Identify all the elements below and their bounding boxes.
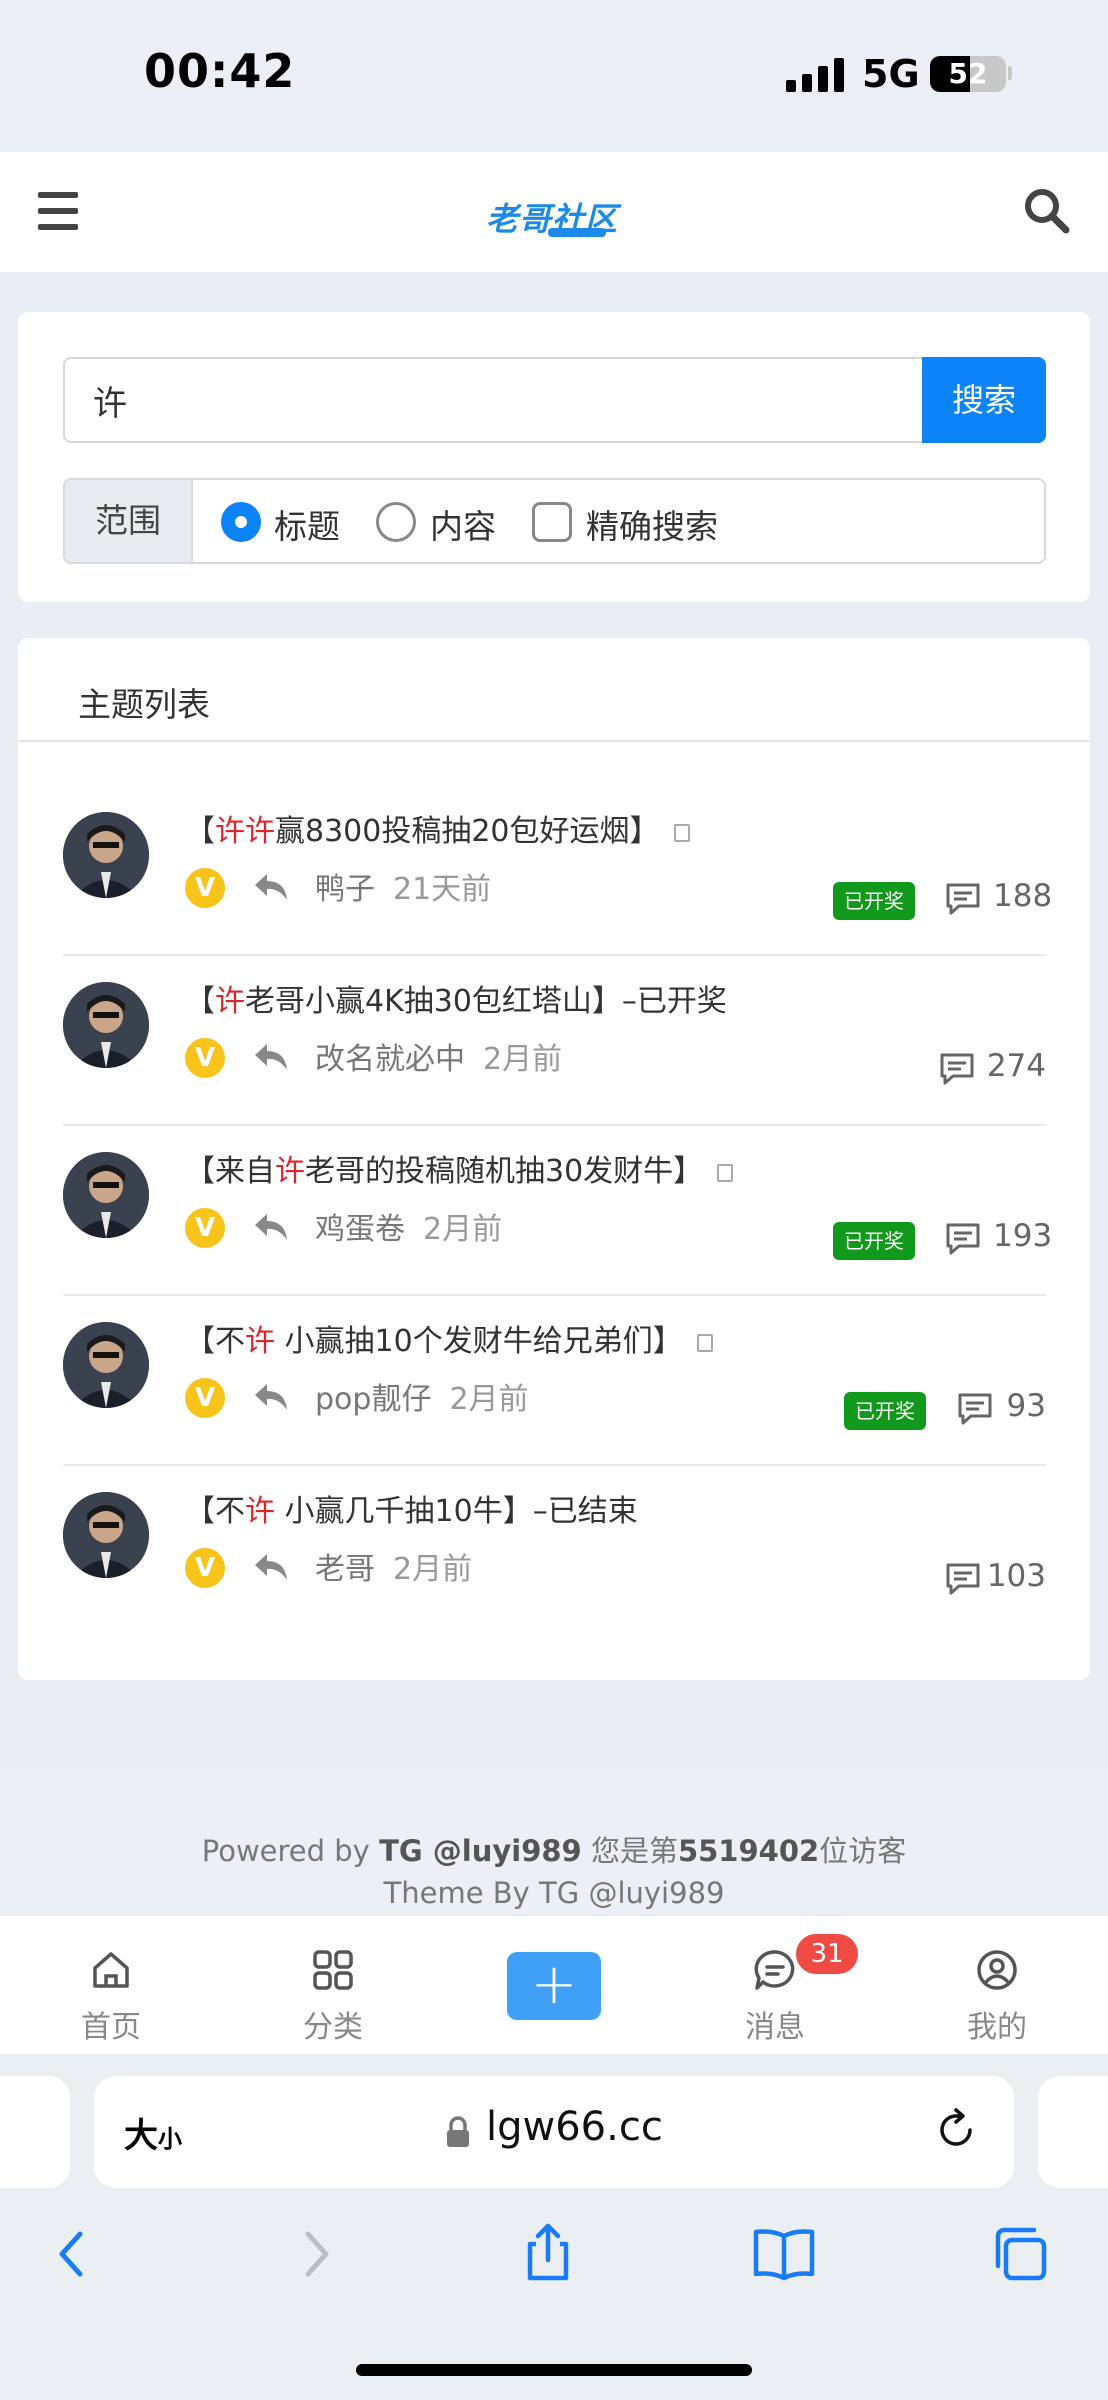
comment-icon [945, 1562, 981, 1596]
site-logo[interactable]: 老哥社区 [486, 194, 622, 240]
status-badge: 已开奖 [833, 1222, 915, 1260]
previous-tab-preview[interactable] [0, 2076, 70, 2188]
attachment-icon [673, 823, 690, 842]
comment-count: 188 [993, 878, 1053, 914]
reply-icon [253, 1550, 289, 1584]
search-highlight: 许许 [215, 814, 275, 849]
search-highlight: 许 [275, 1154, 305, 1189]
topic-title[interactable]: 【许老哥小赢4K抽30包红塔山】–已开奖 [185, 976, 727, 1020]
status-badge: 已开奖 [844, 1392, 926, 1430]
vip-badge-icon: V [185, 1208, 225, 1248]
home-indicator [356, 2364, 752, 2376]
status-time: 00:42 [144, 44, 296, 98]
topic-row[interactable]: 【来自许老哥的投稿随机抽30发财牛】 V 鸡蛋卷 2月前 已开奖 193 [63, 1126, 1053, 1296]
network-type: 5G [862, 52, 920, 96]
vip-badge-icon: V [185, 1548, 225, 1588]
avatar[interactable] [63, 982, 149, 1068]
topic-author[interactable]: 鸡蛋卷 2月前 [315, 1204, 502, 1248]
avatar[interactable] [63, 1152, 149, 1238]
topic-title[interactable]: 【不许 小赢几千抽10牛】–已结束 [185, 1486, 638, 1530]
comment-icon [939, 1052, 975, 1086]
search-highlight: 许 [245, 1324, 275, 1359]
avatar[interactable] [63, 1492, 149, 1578]
reply-icon [253, 1040, 289, 1074]
topic-row[interactable]: 【不许 小赢抽10个发财牛给兄弟们】 V pop靓仔 2月前 已开奖 93 [63, 1296, 1046, 1466]
search-icon[interactable] [1022, 186, 1070, 234]
bookmarks-icon[interactable] [752, 2226, 815, 2286]
topic-list-heading: 主题列表 [78, 685, 210, 724]
search-input[interactable] [63, 357, 923, 443]
vip-badge-icon: V [185, 868, 225, 908]
footer-powered-by: Powered by TG @luyi989 您是第5519402位访客 [201, 1834, 907, 1868]
topic-author[interactable]: 鸭子 21天前 [315, 864, 491, 908]
topic-author[interactable]: 老哥 2月前 [315, 1544, 472, 1588]
status-badge: 已开奖 [833, 882, 915, 920]
back-icon[interactable] [44, 2224, 104, 2284]
battery-tip [1008, 66, 1012, 80]
share-icon[interactable] [518, 2220, 578, 2281]
comment-icon [945, 1222, 981, 1256]
text-size-button[interactable]: 大小 [124, 2108, 182, 2157]
comment-count: 93 [1006, 1388, 1046, 1424]
attachment-icon [696, 1333, 713, 1352]
unread-badge: 31 [796, 1934, 858, 1974]
comment-icon [945, 882, 981, 916]
tab-mine[interactable]: 我的 [937, 1922, 1057, 2045]
radio-title-label[interactable]: 标题 [274, 500, 340, 548]
topic-row[interactable]: 【不许 小赢几千抽10牛】–已结束 V 老哥 2月前 103 [63, 1466, 1046, 1626]
avatar[interactable] [63, 1322, 149, 1408]
home-icon [87, 1946, 135, 1994]
add-post-button[interactable]: + [507, 1952, 601, 2020]
topic-row[interactable]: 【许许赢8300投稿抽20包好运烟】 V 鸭子 21天前 已开奖 188 [63, 786, 1053, 956]
chat-icon [751, 1946, 799, 1994]
hamburger-menu-icon[interactable] [38, 192, 78, 230]
next-tab-preview[interactable] [1038, 2076, 1108, 2188]
tabs-icon[interactable] [990, 2224, 1050, 2284]
reply-icon [253, 870, 289, 904]
vip-badge-icon: V [185, 1038, 225, 1078]
url-text[interactable]: lgw66.cc [486, 2104, 663, 2150]
signal-icon [786, 56, 844, 92]
comment-icon [957, 1392, 993, 1426]
radio-title[interactable] [221, 502, 261, 542]
lock-icon [444, 2116, 472, 2148]
divider [18, 740, 1090, 742]
search-highlight: 许 [215, 984, 245, 1019]
comment-count: 193 [993, 1218, 1053, 1254]
user-icon [973, 1946, 1021, 1994]
comment-count: 274 [986, 1048, 1046, 1084]
topic-title[interactable]: 【许许赢8300投稿抽20包好运烟】 [185, 806, 690, 850]
battery-level: 52 [948, 57, 988, 90]
avatar[interactable] [63, 812, 149, 898]
topic-title[interactable]: 【来自许老哥的投稿随机抽30发财牛】 [185, 1146, 734, 1190]
tab-category[interactable]: 分类 [273, 1922, 393, 2045]
reply-icon [253, 1380, 289, 1414]
topic-author[interactable]: 改名就必中 2月前 [315, 1034, 562, 1078]
topic-row[interactable]: 【许老哥小赢4K抽30包红塔山】–已开奖 V 改名就必中 2月前 274 [63, 956, 1046, 1126]
scope-label: 范围 [65, 480, 193, 562]
tab-home[interactable]: 首页 [51, 1922, 171, 2045]
comment-count: 103 [986, 1558, 1046, 1594]
attachment-icon [717, 1163, 734, 1182]
battery-icon: 52 [930, 56, 1006, 92]
search-button[interactable]: 搜索 [922, 357, 1046, 443]
exact-search-label[interactable]: 精确搜索 [586, 500, 718, 548]
reply-icon [253, 1210, 289, 1244]
exact-search-checkbox[interactable] [532, 502, 572, 542]
radio-content-label[interactable]: 内容 [430, 500, 496, 548]
radio-content[interactable] [376, 502, 416, 542]
topic-author[interactable]: pop靓仔 2月前 [315, 1374, 529, 1418]
forward-icon[interactable] [284, 2224, 344, 2284]
vip-badge-icon: V [185, 1378, 225, 1418]
search-highlight: 许 [245, 1494, 275, 1529]
topic-title[interactable]: 【不许 小赢抽10个发财牛给兄弟们】 [185, 1316, 713, 1360]
logo-underline [548, 228, 606, 237]
reload-icon[interactable] [932, 2106, 980, 2154]
grid-icon [309, 1946, 357, 1994]
footer-theme: Theme By TG @luyi989 [383, 1876, 725, 1910]
